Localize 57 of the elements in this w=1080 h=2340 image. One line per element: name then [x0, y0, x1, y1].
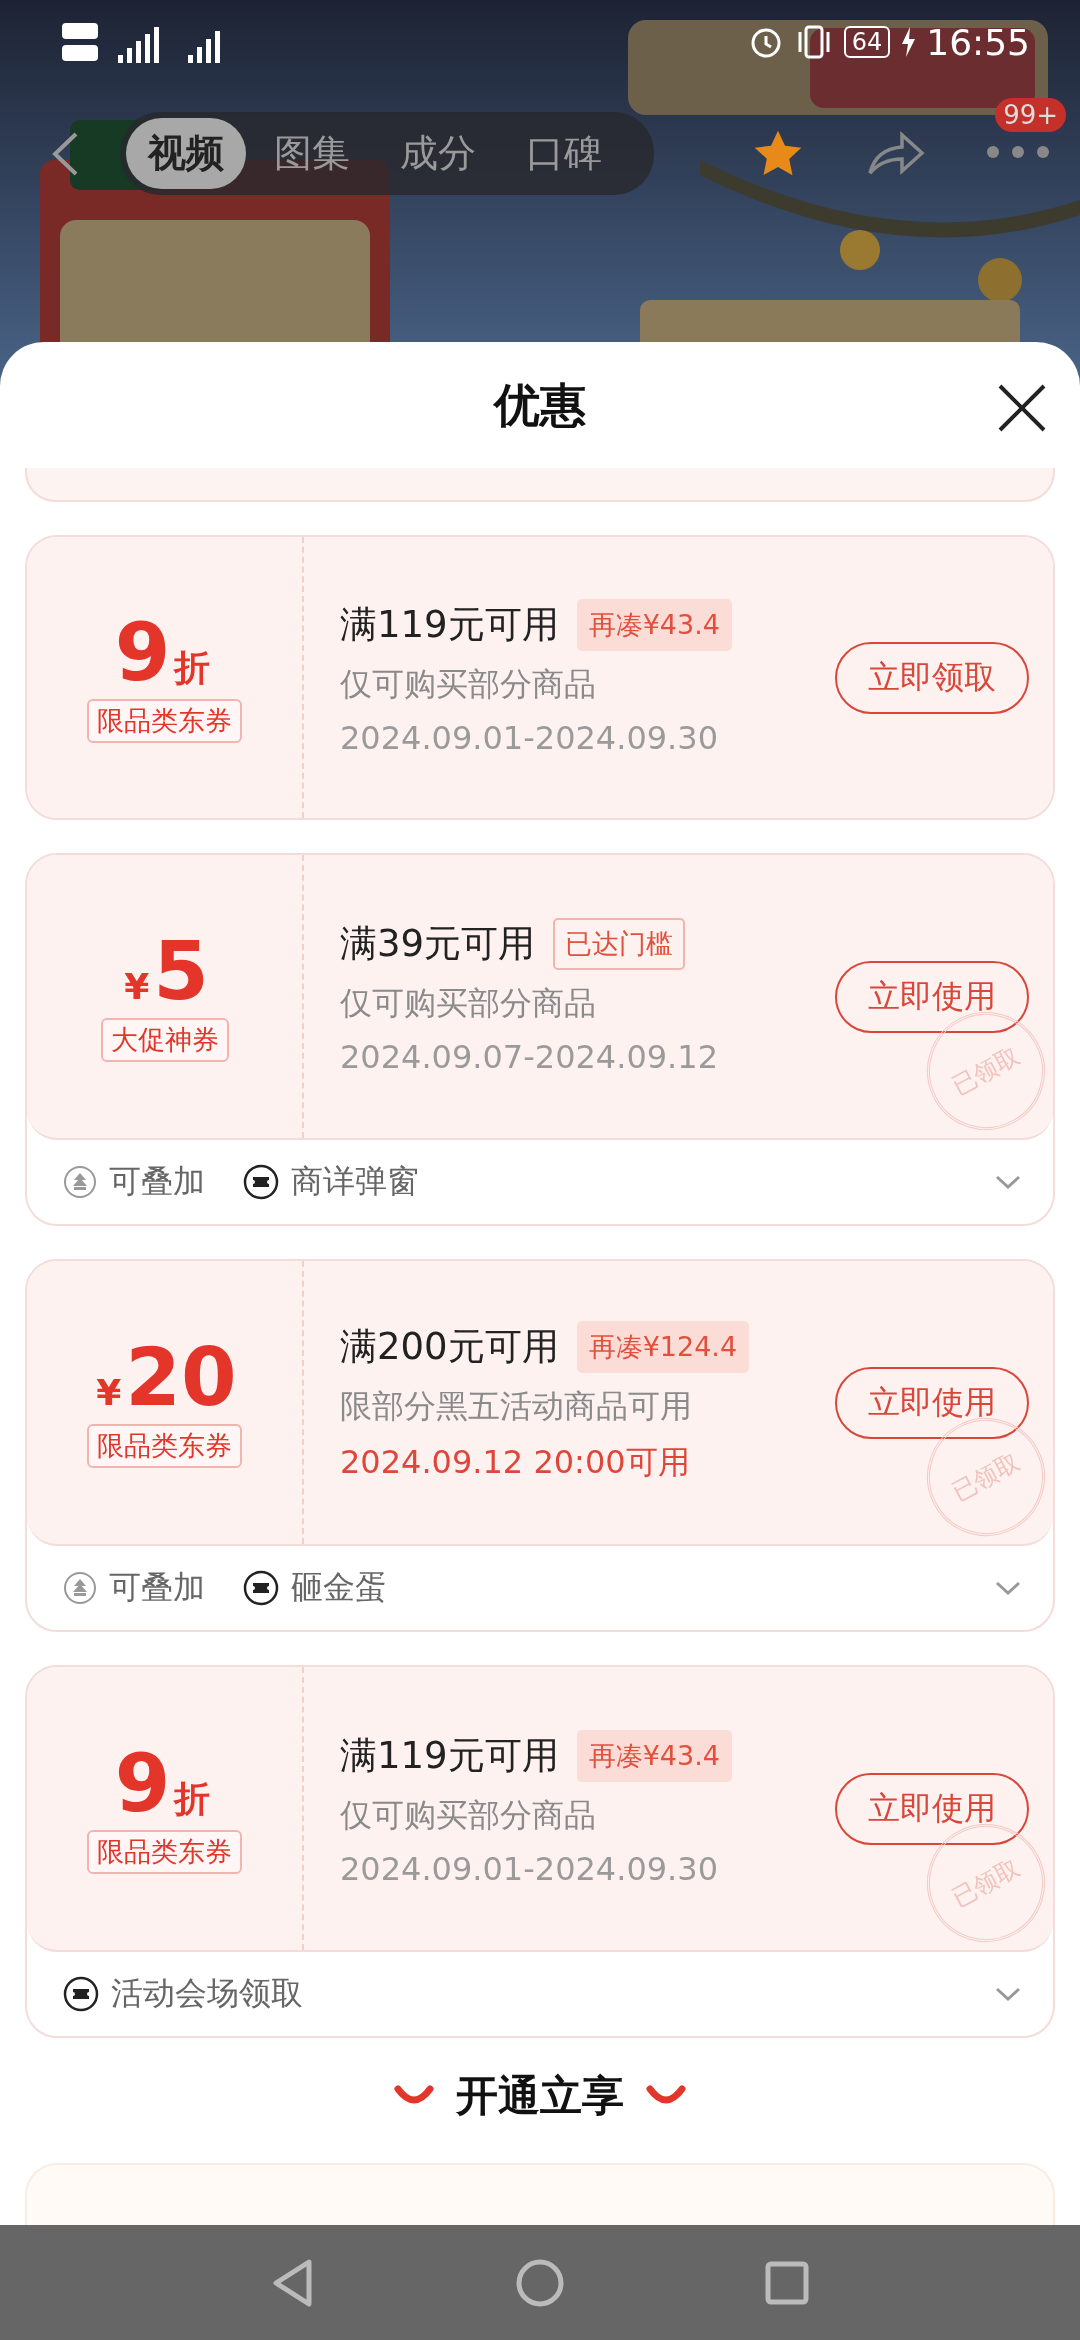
- coupon-feature: 商详弹窗: [291, 1161, 419, 1202]
- tab[interactable]: 成分: [378, 118, 498, 189]
- discount-unit: 折: [174, 645, 211, 690]
- ticket-icon: [243, 1164, 279, 1200]
- ticket-icon: [243, 1570, 279, 1606]
- tab[interactable]: 视频: [126, 118, 246, 189]
- discount-unit: 折: [174, 1776, 211, 1821]
- status-time: 16:55: [926, 21, 1030, 63]
- ticket-icon: [63, 1976, 99, 2012]
- coupon-tag: 限品类东券: [87, 1423, 242, 1468]
- sheet-title: 优惠: [494, 377, 586, 434]
- coupon-tag: 限品类东券: [87, 1829, 242, 1874]
- threshold-badge: 再凑¥43.4: [576, 1729, 732, 1782]
- currency-symbol: ¥: [124, 965, 150, 1007]
- coupon-description: 仅可购买部分商品: [340, 1794, 597, 1836]
- notification-badge: 99+: [995, 98, 1066, 132]
- battery-indicator: 64: [843, 26, 891, 58]
- coupon-action-button[interactable]: 立即使用: [835, 960, 1029, 1033]
- coupon-description: 限部分黑五活动商品可用: [340, 1385, 693, 1427]
- coupon-action-button[interactable]: 立即领取: [835, 641, 1029, 714]
- coupon-feature: 砸金蛋: [291, 1567, 387, 1608]
- more-icon[interactable]: [986, 145, 1050, 159]
- currency-symbol: ¥: [96, 1371, 122, 1413]
- coupon-value: 9: [114, 1743, 171, 1824]
- coupon-validity: 2024.09.01-2024.09.30: [340, 1849, 719, 1888]
- home-icon[interactable]: [515, 2257, 565, 2308]
- coupon-value: 9: [114, 612, 171, 693]
- coupon-feature: 可叠加: [109, 1161, 205, 1202]
- coupon-condition: 满119元可用: [340, 1732, 559, 1779]
- coupon-validity: 2024.09.01-2024.09.30: [340, 718, 719, 757]
- coupon-feature: 活动会场领取: [111, 1973, 303, 2014]
- stack-icon: [63, 1571, 97, 1605]
- coupon-condition: 满119元可用: [340, 601, 559, 648]
- coupon-validity: 2024.09.12 20:00可用: [340, 1441, 691, 1483]
- coupon-value: 5: [153, 931, 209, 1012]
- coupon-action-button[interactable]: 立即使用: [835, 1772, 1029, 1845]
- threshold-badge: 已达门槛: [553, 917, 686, 970]
- coupon-condition: 满200元可用: [340, 1323, 559, 1370]
- coupon-feature: 可叠加: [109, 1567, 205, 1608]
- threshold-badge: 再凑¥124.4: [576, 1320, 750, 1373]
- tab[interactable]: 图集: [252, 118, 372, 189]
- stack-icon: [63, 1165, 97, 1199]
- back-icon[interactable]: [50, 130, 80, 177]
- coupon-tag: 大促神券: [100, 1017, 229, 1062]
- coupon-validity: 2024.09.07-2024.09.12: [340, 1037, 719, 1076]
- coupon-condition: 满39元可用: [340, 920, 536, 967]
- section-heading: 开通立享: [456, 2069, 624, 2122]
- coupon-value: 20: [125, 1337, 237, 1418]
- recent-apps-icon[interactable]: [765, 2260, 809, 2305]
- coupon-description: 仅可购买部分商品: [340, 982, 597, 1024]
- back-icon[interactable]: [271, 2257, 315, 2308]
- coupon-description: 仅可购买部分商品: [340, 663, 597, 705]
- coupon-action-button[interactable]: 立即使用: [835, 1366, 1029, 1439]
- coupon-tag: 限品类东券: [87, 698, 242, 743]
- threshold-badge: 再凑¥43.4: [576, 598, 732, 651]
- tab[interactable]: 口碑: [504, 118, 624, 189]
- charging-icon: [900, 27, 917, 57]
